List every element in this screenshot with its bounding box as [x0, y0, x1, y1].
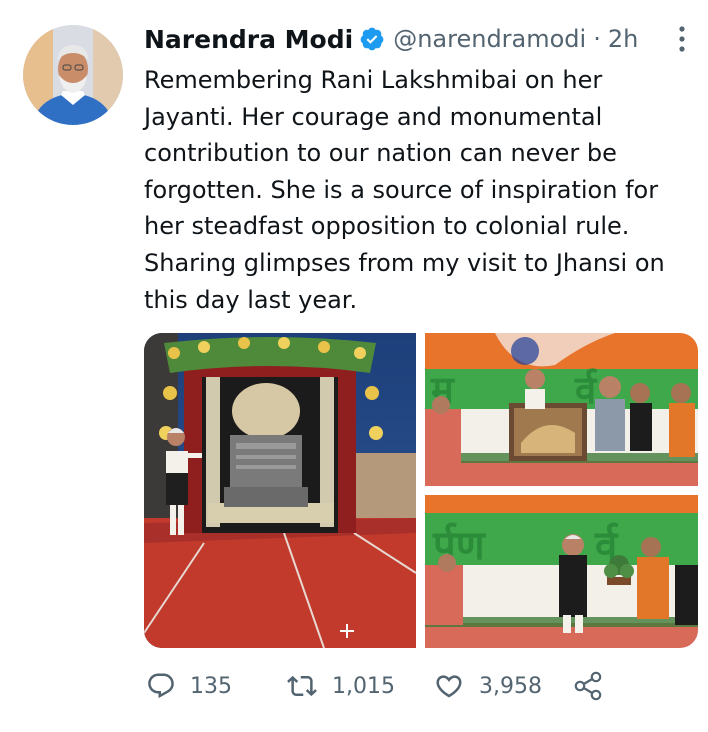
media-grid: म र्व र्पण र्व [144, 333, 698, 648]
author-name[interactable]: Narendra Modi [144, 25, 353, 54]
avatar[interactable] [23, 25, 123, 125]
photo-unveiling[interactable] [144, 333, 416, 648]
retweet-icon [286, 671, 318, 701]
share-icon [572, 670, 604, 702]
reply-count: 135 [190, 673, 232, 699]
tweet-card[interactable]: Narendra Modi @narendramodi · 2h Remembe… [0, 0, 708, 732]
author-handle[interactable]: @narendramodi [393, 25, 586, 53]
like-button[interactable]: 3,958 [433, 666, 542, 706]
retweet-count: 1,015 [332, 673, 395, 699]
reply-icon [146, 671, 176, 701]
header-separator: · [593, 25, 601, 53]
verified-badge-icon [359, 26, 385, 52]
tweet-text: Remembering Rani Lakshmibai on her Jayan… [144, 66, 665, 314]
more-vertical-icon[interactable] [672, 24, 692, 54]
heart-icon [433, 671, 465, 701]
photo-plant-presentation[interactable]: र्पण र्व [425, 495, 698, 648]
tweet-header: Narendra Modi @narendramodi · 2h [144, 22, 638, 56]
avatar-image [23, 25, 123, 125]
like-count: 3,958 [479, 673, 542, 699]
retweet-button[interactable]: 1,015 [286, 666, 395, 706]
tweet-timestamp[interactable]: 2h [608, 25, 638, 53]
photo-painting-presentation[interactable]: म र्व [425, 333, 698, 486]
tweet-actions: 135 1,015 3,958 [144, 666, 704, 706]
share-button[interactable] [572, 666, 604, 706]
reply-button[interactable]: 135 [146, 666, 232, 706]
